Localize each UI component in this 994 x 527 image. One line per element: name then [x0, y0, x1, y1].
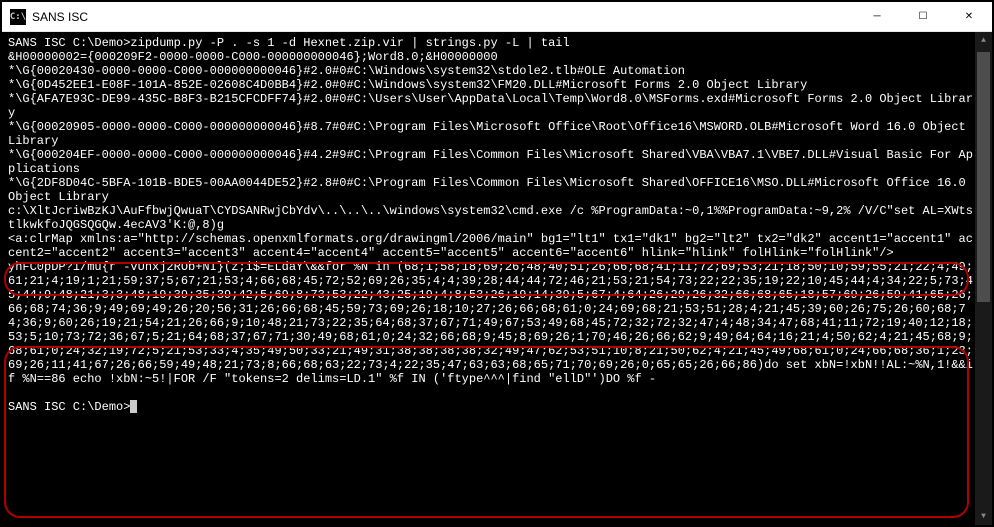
terminal-line: <a:clrMap xmlns:a="http://schemas.openxm… [8, 232, 973, 260]
app-icon: C:\ [10, 9, 26, 25]
terminal-content: SANS ISC C:\Demo>zipdump.py -P . -s 1 -d… [8, 36, 973, 521]
scrollbar-thumb[interactable] [977, 52, 990, 302]
scrollbar-track[interactable]: ▲ ▼ [975, 32, 992, 525]
titlebar[interactable]: C:\ SANS ISC ─ ☐ ✕ [2, 2, 992, 32]
scrollbar-down-button[interactable]: ▼ [975, 508, 992, 525]
command-prompt-window: C:\ SANS ISC ─ ☐ ✕ SANS ISC C:\Demo>zipd… [2, 2, 992, 525]
terminal-line: SANS ISC C:\Demo>zipdump.py -P . -s 1 -d… [8, 36, 570, 50]
terminal-line: *\G{AFA7E93C-DE99-435C-B8F3-B215CFCDFF74… [8, 92, 973, 120]
minimize-button[interactable]: ─ [854, 2, 900, 31]
terminal-prompt: SANS ISC C:\Demo> [8, 400, 130, 414]
cursor-icon [130, 400, 137, 413]
terminal-line: *\G{00020430-0000-0000-C000-000000000046… [8, 64, 685, 78]
terminal-line: &H00000002={000209F2-0000-0000-C000-0000… [8, 50, 498, 64]
scrollbar-up-button[interactable]: ▲ [975, 32, 992, 49]
terminal-line: *\G{00020905-0000-0000-C000-000000000046… [8, 120, 973, 148]
window-title: SANS ISC [32, 10, 854, 24]
terminal-line: *\G{000204EF-0000-0000-C000-000000000046… [8, 148, 973, 176]
maximize-button[interactable]: ☐ [900, 2, 946, 31]
close-button[interactable]: ✕ [946, 2, 992, 31]
terminal-line: *\G{0D452EE1-E08F-101A-852E-02608C4D0BB4… [8, 78, 807, 92]
window-controls: ─ ☐ ✕ [854, 2, 992, 31]
terminal-area[interactable]: SANS ISC C:\Demo>zipdump.py -P . -s 1 -d… [2, 32, 992, 525]
terminal-line: *\G{2DF8D04C-5BFA-101B-BDE5-00AA0044DE52… [8, 176, 973, 204]
terminal-line: c:\XltJcriwBzKJ\AuFfbwjQwuaT\CYDSANRwjCb… [8, 204, 973, 232]
terminal-line: yhFC0pDP?1/mu{r -vUnxj2ROb+NI}(z;i$=ELda… [8, 260, 973, 386]
